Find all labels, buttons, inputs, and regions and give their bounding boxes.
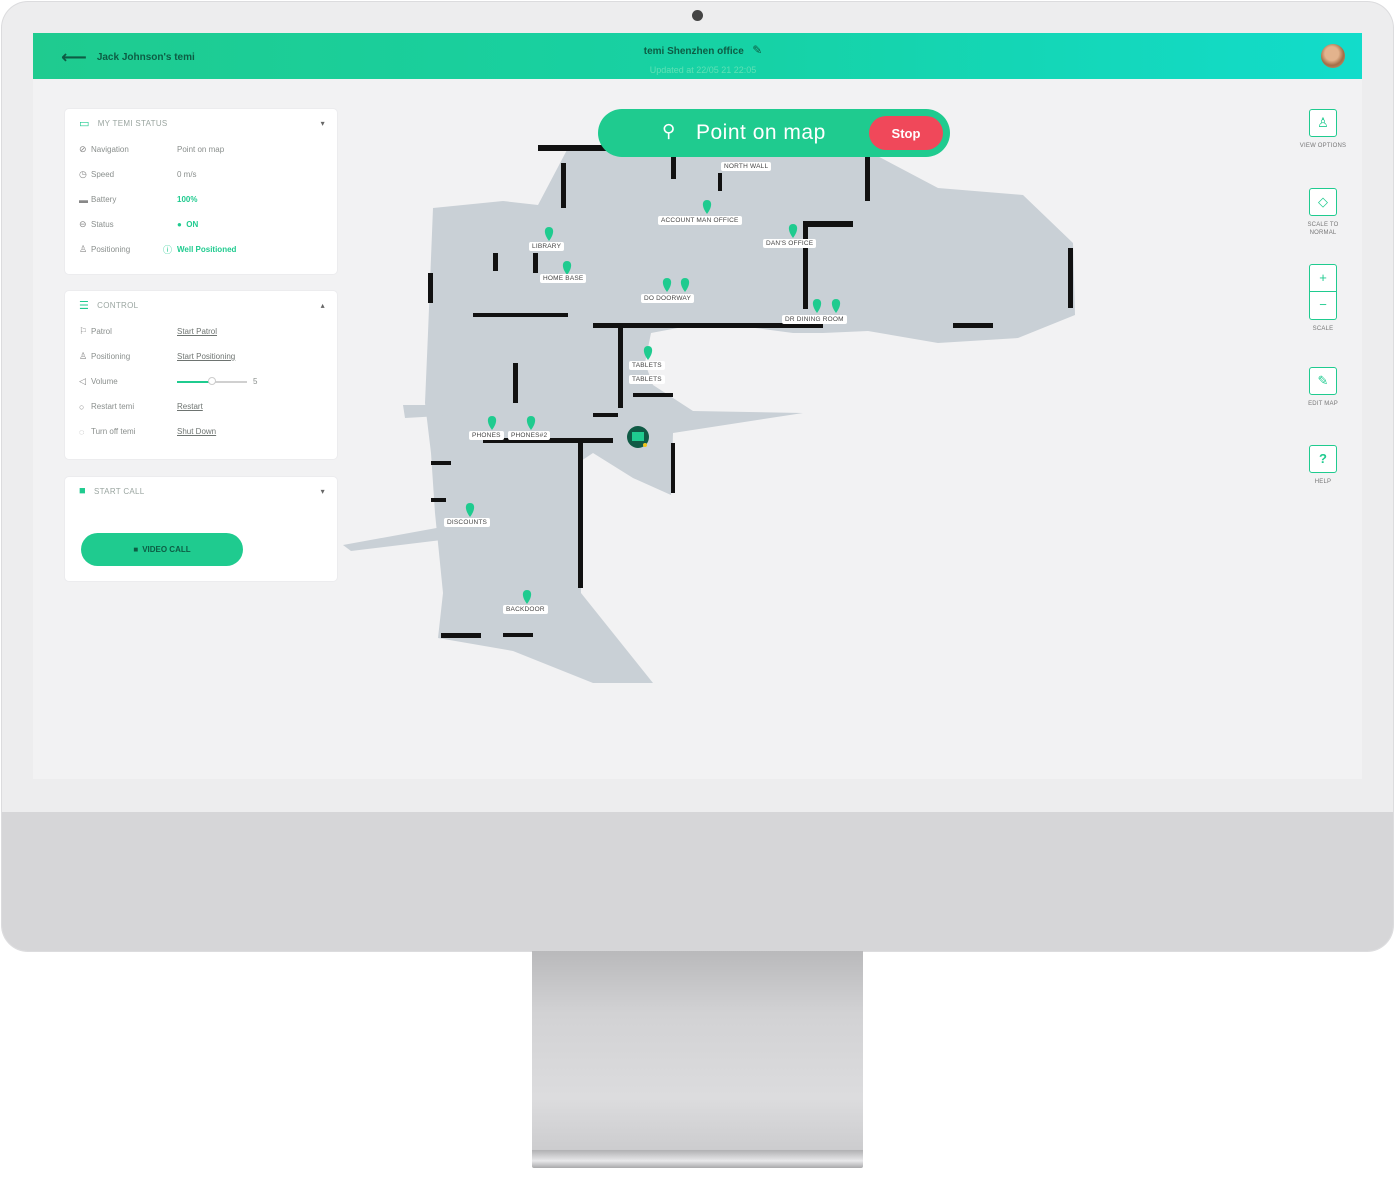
- scale-label: SCALE: [1312, 326, 1334, 332]
- scale-tool: + − SCALE: [1293, 264, 1353, 333]
- help-icon[interactable]: ?: [1309, 445, 1337, 473]
- monitor-stand: [532, 951, 863, 1161]
- app-screen: ⟵ Jack Johnson's temi temi Shenzhen offi…: [33, 33, 1362, 779]
- map-label-dans-office[interactable]: DAN'S OFFICE: [763, 239, 817, 248]
- point-on-map-label: Point on map: [696, 121, 826, 144]
- map-label-north-wall[interactable]: NORTH WALL: [721, 162, 772, 171]
- zoom-in-button[interactable]: +: [1309, 264, 1337, 292]
- view-options-icon[interactable]: ♙: [1309, 109, 1337, 137]
- monitor-chin: [2, 812, 1393, 951]
- map-label-phones[interactable]: PHONES: [469, 431, 504, 440]
- map-label-do-doorway[interactable]: DO DOORWAY: [641, 294, 695, 303]
- map-label-account-man-office[interactable]: ACCOUNT MAN OFFICE: [658, 216, 742, 225]
- pencil-icon[interactable]: ✎: [1309, 367, 1337, 395]
- help-tool[interactable]: ? HELP: [1293, 445, 1353, 486]
- edit-map-label: EDIT MAP: [1308, 401, 1338, 407]
- view-options-label: VIEW OPTIONS: [1299, 143, 1347, 149]
- scale-to-normal-icon[interactable]: ◇: [1309, 188, 1337, 216]
- point-on-map-banner: ⚲ Point on map Stop: [598, 109, 950, 157]
- map-label-backdoor[interactable]: BACKDOOR: [503, 605, 548, 614]
- help-label: HELP: [1314, 479, 1332, 485]
- zoom-out-button[interactable]: −: [1309, 292, 1337, 320]
- map-label-phones-2[interactable]: PHONES#2: [508, 431, 551, 440]
- monitor-frame: ⟵ Jack Johnson's temi temi Shenzhen offi…: [2, 2, 1393, 951]
- location-pin-icon: ⚲: [662, 121, 676, 141]
- scale-to-normal-label: SCALE TO NORMAL: [1307, 222, 1339, 236]
- map-label-dr-dining-room[interactable]: DR DINING ROOM: [782, 315, 847, 324]
- map-label-home-base[interactable]: HOME BASE: [540, 274, 587, 283]
- camera-dot: [692, 10, 703, 21]
- edit-map-tool[interactable]: ✎ EDIT MAP: [1293, 367, 1353, 408]
- map-label-tablets[interactable]: TABLETS: [629, 361, 665, 370]
- stop-button[interactable]: Stop: [869, 116, 943, 150]
- scale-to-normal-tool[interactable]: ◇ SCALE TO NORMAL: [1293, 188, 1353, 237]
- map-label-tablets-2[interactable]: TABLETS: [629, 375, 665, 384]
- map-label-discounts[interactable]: DISCOUNTS: [444, 518, 491, 527]
- map-label-library[interactable]: LIBRARY: [529, 242, 565, 251]
- view-options-tool[interactable]: ♙ VIEW OPTIONS: [1293, 109, 1353, 150]
- monitor-stand-foot: [532, 1150, 863, 1168]
- map-floor-area: [343, 145, 1075, 683]
- robot-marker[interactable]: [627, 426, 649, 448]
